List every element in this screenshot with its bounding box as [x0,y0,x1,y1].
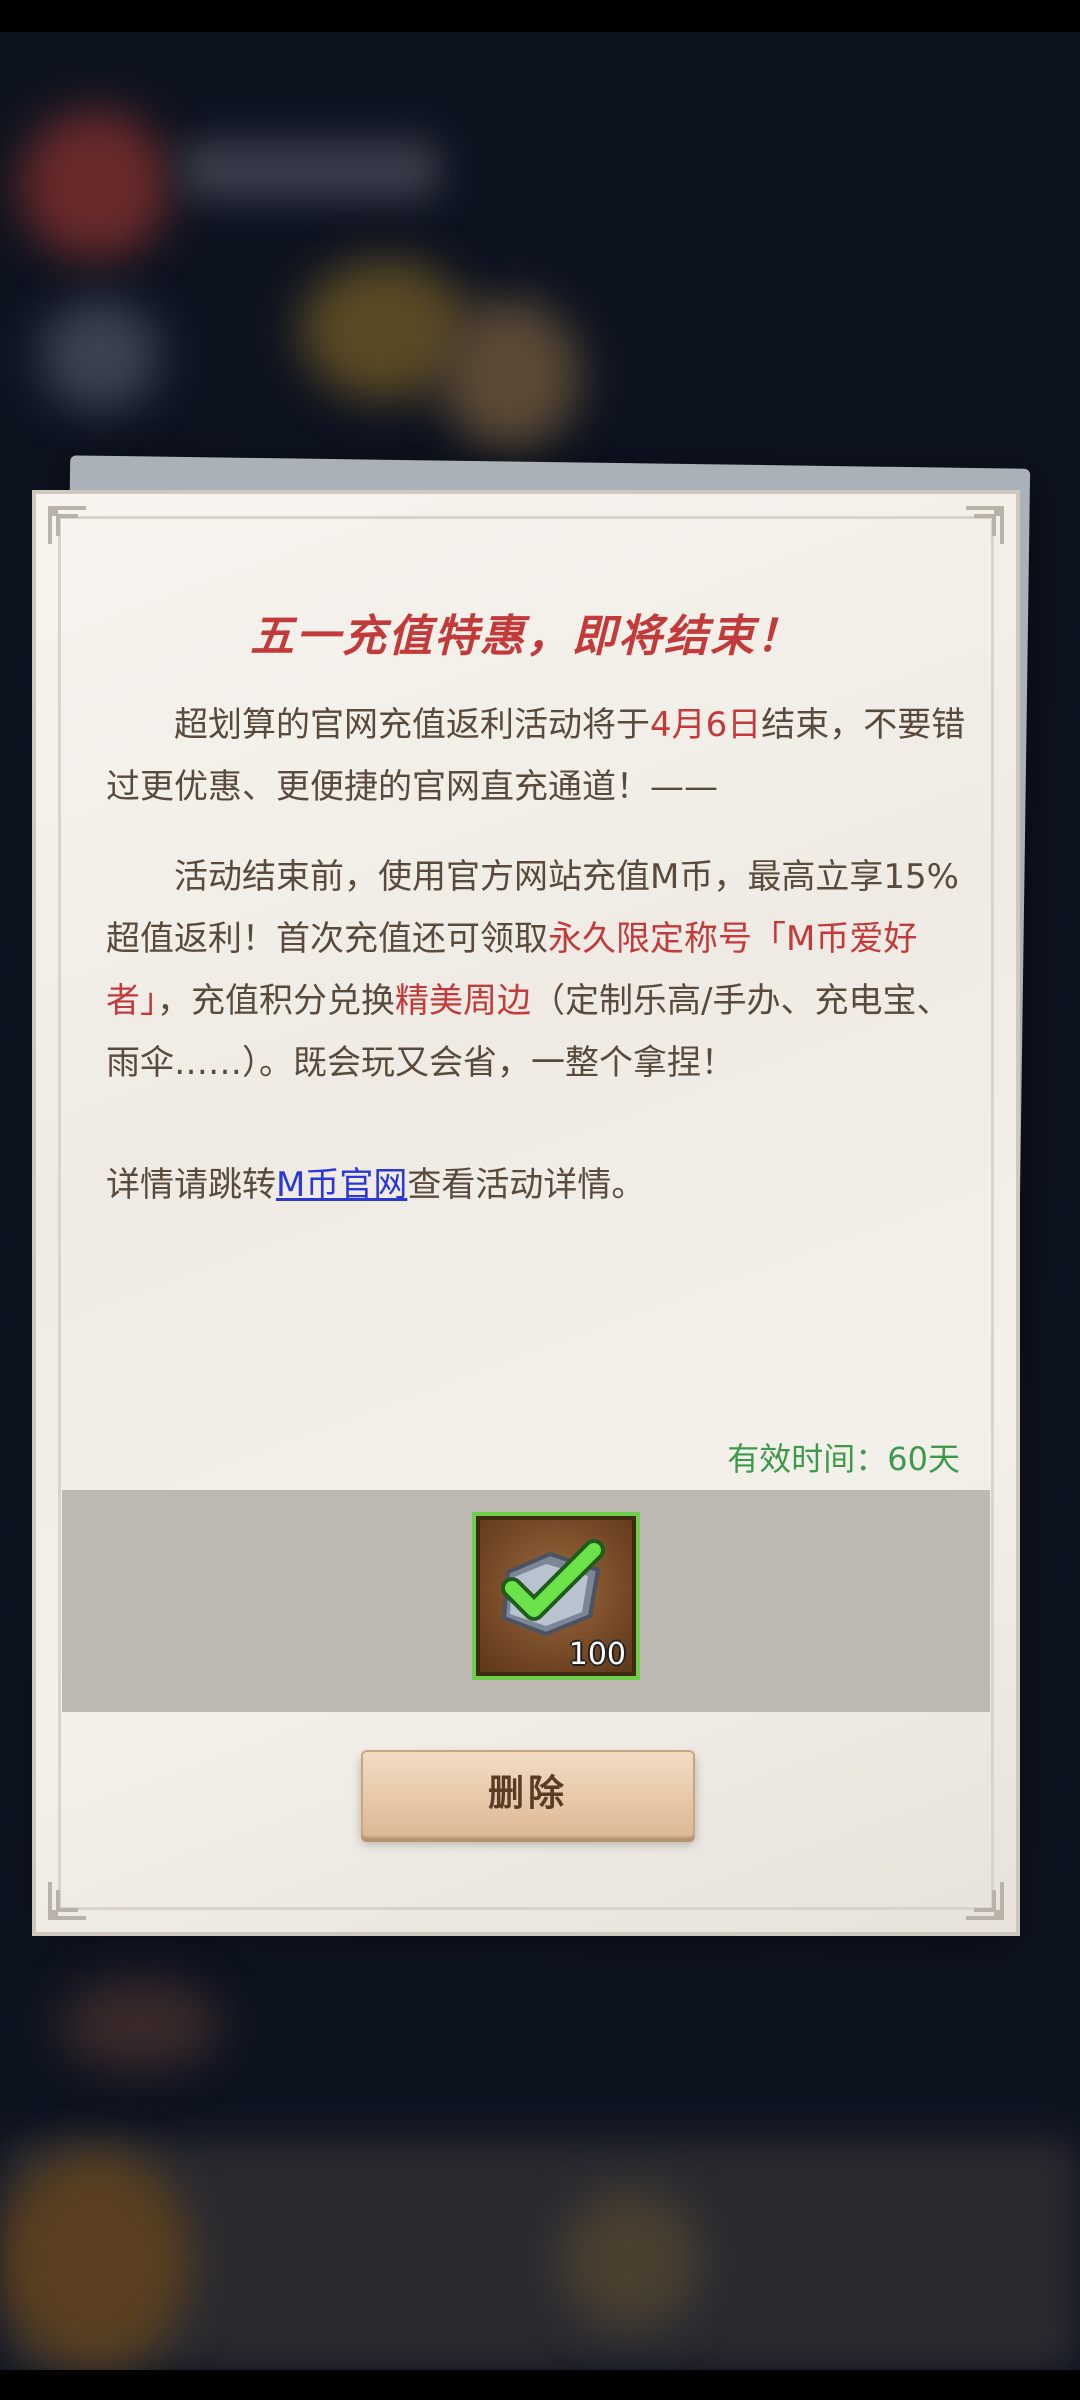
mail-paragraph-1: 超划算的官网充值返利活动将于4月6日结束，不要错过更优惠、更便捷的官网直充通道！… [106,694,978,818]
navigation-bar [0,2370,1080,2400]
delete-button[interactable]: 删除 [361,1750,695,1838]
corner-ornament-icon [950,1866,1006,1922]
mail-body: 超划算的官网充值返利活动将于4月6日结束，不要错过更优惠、更便捷的官网直充通道！… [106,694,978,1216]
end-date-highlight: 4月6日 [650,705,762,745]
background-header-blur [180,140,440,200]
background-lower-blur [60,1980,220,2070]
mail-paragraph-3: 详情请跳转M币官网查看活动详情。 [106,1154,978,1216]
green-checkmark-badge-icon [501,1539,605,1637]
mail-dialog: 五一充值特惠，即将结束！ 超划算的官网充值返利活动将于4月6日结束，不要错过更优… [32,490,1020,1936]
item-count: 100 [568,1637,626,1672]
mcoin-website-link[interactable]: M币官网 [276,1165,407,1205]
attachment-item-slot[interactable]: 100 [472,1512,640,1680]
paragraph-text: 详情请跳转 [106,1165,276,1205]
corner-ornament-icon [46,504,102,560]
mail-title: 五一充值特惠，即将结束！ [250,611,802,662]
paragraph-text: ，充值积分兑换 [157,981,395,1021]
background-avatar-blur [20,110,170,260]
background-bottom-item-blur-2 [560,2190,700,2330]
background-item-blur-3 [40,300,160,410]
corner-ornament-icon [46,1866,102,1922]
status-bar [0,0,1080,32]
background-item-blur-2 [440,300,580,450]
background-bottom-item-blur [0,2150,190,2370]
paragraph-text: 查看活动详情。 [407,1165,646,1205]
merch-highlight: 精美周边 [395,981,531,1021]
validity-period: 有效时间：60天 [727,1440,960,1478]
corner-ornament-icon [950,504,1006,560]
mail-paragraph-2: 活动结束前，使用官方网站充值M币，最高立享15%超值返利！首次充值还可领取永久限… [106,846,978,1094]
paragraph-text: 超划算的官网充值返利活动将于 [174,705,650,745]
attachment-area: 100 [62,1490,990,1712]
